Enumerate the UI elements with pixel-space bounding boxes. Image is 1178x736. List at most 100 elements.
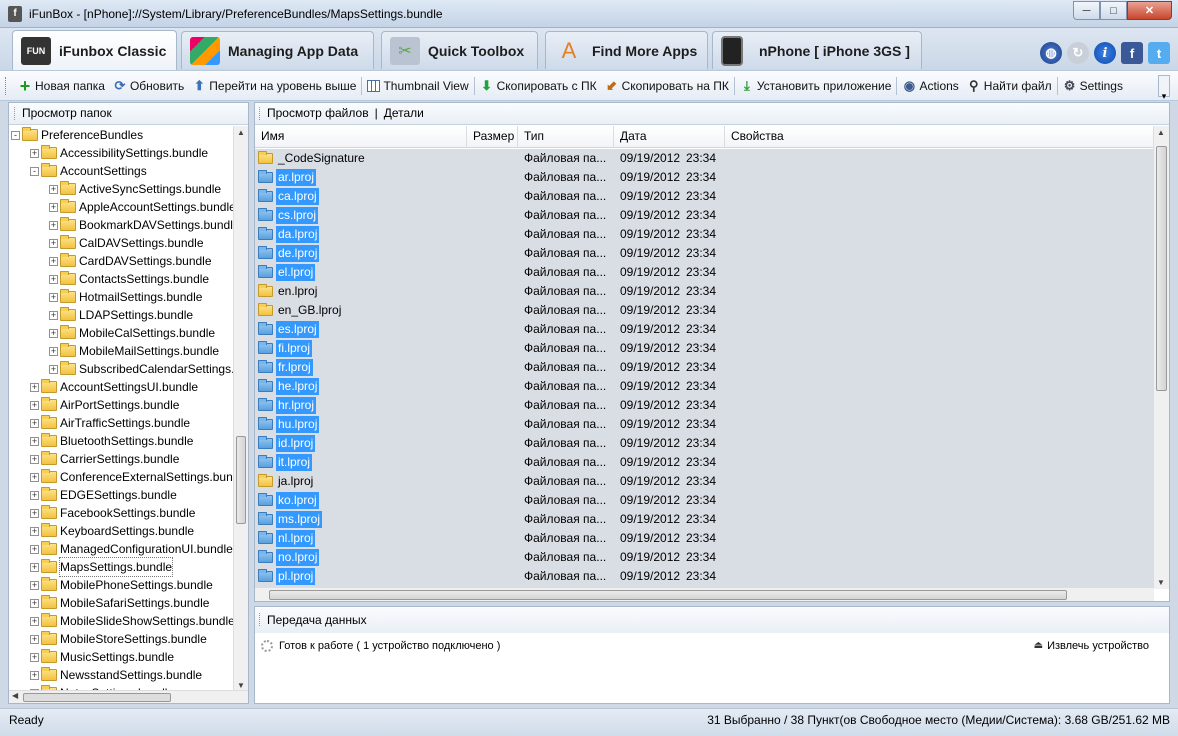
tree-item[interactable]: + NewsstandSettings.bundle (9, 666, 235, 684)
tab-nphone[interactable]: nPhone [ iPhone 3GS ] (712, 31, 922, 69)
tree-item[interactable]: + AccountSettingsUI.bundle (9, 378, 235, 396)
tree-item[interactable]: + EDGESettings.bundle (9, 486, 235, 504)
tree-item[interactable]: + MobilePhoneSettings.bundle (9, 576, 235, 594)
scroll-down-icon[interactable]: ▼ (237, 681, 245, 690)
tree-item[interactable]: + MapsSettings.bundle (9, 557, 235, 577)
eject-device-button[interactable]: ⏏ Извлечь устройство (1034, 637, 1149, 655)
view-files-link[interactable]: Просмотр файлов (267, 103, 369, 124)
tree-item[interactable]: + AirPortSettings.bundle (9, 396, 235, 414)
tree-item[interactable]: + CarrierSettings.bundle (9, 450, 235, 468)
tree-item[interactable]: + BluetoothSettings.bundle (9, 432, 235, 450)
folder-tree-vscrollbar[interactable]: ▲ ▼ (233, 126, 248, 692)
file-row[interactable]: ms.lproj Файловая па... 09/19/2012 23:34 (255, 510, 1154, 529)
tab-quick-toolbox[interactable]: ✂ Quick Toolbox (381, 31, 538, 69)
info-icon[interactable]: i (1094, 42, 1116, 64)
expand-icon[interactable]: + (49, 239, 58, 248)
tree-item[interactable]: + KeyboardSettings.bundle (9, 522, 235, 540)
settings-button[interactable]: ⚙ Settings (1059, 74, 1127, 98)
file-row[interactable]: en.lproj Файловая па... 09/19/2012 23:34 (255, 282, 1154, 301)
folder-tree-hscrollbar[interactable]: ◀ (9, 690, 248, 703)
column-name[interactable]: Имя (255, 126, 467, 148)
file-row[interactable]: hr.lproj Файловая па... 09/19/2012 23:34 (255, 396, 1154, 415)
file-row[interactable]: de.lproj Файловая па... 09/19/2012 23:34 (255, 244, 1154, 263)
expand-icon[interactable]: + (30, 383, 39, 392)
tree-item[interactable]: + CardDAVSettings.bundle (9, 252, 235, 270)
tree-item[interactable]: + BookmarkDAVSettings.bundle (9, 216, 235, 234)
scroll-down-icon[interactable]: ▼ (1157, 578, 1165, 587)
expand-icon[interactable]: + (30, 581, 39, 590)
scroll-up-icon[interactable]: ▲ (237, 128, 245, 137)
file-row[interactable]: da.lproj Файловая па... 09/19/2012 23:34 (255, 225, 1154, 244)
tree-item[interactable]: + MobileCalSettings.bundle (9, 324, 235, 342)
tree-item[interactable]: - AccountSettings (9, 162, 235, 180)
file-row[interactable]: el.lproj Файловая па... 09/19/2012 23:34 (255, 263, 1154, 282)
scroll-thumb[interactable] (269, 590, 1067, 600)
tree-item[interactable]: + AccessibilitySettings.bundle (9, 144, 235, 162)
expand-icon[interactable]: + (49, 203, 58, 212)
expand-icon[interactable]: + (30, 473, 39, 482)
maximize-button[interactable]: □ (1100, 1, 1127, 20)
up-level-button[interactable]: ⬆ Перейти на уровень выше (188, 74, 360, 98)
tree-item[interactable]: + LDAPSettings.bundle (9, 306, 235, 324)
scroll-thumb[interactable] (236, 436, 246, 524)
expand-icon[interactable]: + (30, 545, 39, 554)
expand-icon[interactable]: + (49, 365, 58, 374)
expand-icon[interactable]: + (49, 257, 58, 266)
expand-icon[interactable]: + (30, 635, 39, 644)
tree-item[interactable]: + ManagedConfigurationUI.bundle (9, 540, 235, 558)
file-list-hscrollbar[interactable] (255, 587, 1154, 601)
close-button[interactable]: ✕ (1127, 1, 1172, 20)
scroll-left-icon[interactable]: ◀ (12, 691, 18, 700)
scroll-thumb[interactable] (23, 693, 171, 702)
file-row[interactable]: ko.lproj Файловая па... 09/19/2012 23:34 (255, 491, 1154, 510)
twitter-icon[interactable]: t (1148, 42, 1170, 64)
file-row[interactable]: en_GB.lproj Файловая па... 09/19/2012 23:34 (255, 301, 1154, 320)
expand-icon[interactable]: + (30, 527, 39, 536)
column-date[interactable]: Дата (614, 126, 725, 148)
expand-icon[interactable]: + (49, 221, 58, 230)
expand-icon[interactable]: + (30, 671, 39, 680)
refresh-icon[interactable]: ↻ (1067, 42, 1089, 64)
tree-item[interactable]: + SubscribedCalendarSettings.bundle (9, 360, 235, 378)
copy-from-pc-button[interactable]: ⬋ Скопировать на ПК (601, 74, 733, 98)
file-row[interactable]: ca.lproj Файловая па... 09/19/2012 23:34 (255, 187, 1154, 206)
expand-icon[interactable]: + (30, 455, 39, 464)
file-list-vscrollbar[interactable]: ▲ ▼ (1153, 126, 1169, 589)
thumbnail-view-button[interactable]: Thumbnail View (363, 74, 472, 98)
expand-icon[interactable]: + (49, 347, 58, 356)
tree-item[interactable]: + ContactsSettings.bundle (9, 270, 235, 288)
file-row[interactable]: fi.lproj Файловая па... 09/19/2012 23:34 (255, 339, 1154, 358)
file-row[interactable]: pl.lproj Файловая па... 09/19/2012 23:34 (255, 567, 1154, 586)
details-link[interactable]: Детали (384, 103, 424, 124)
file-row[interactable]: id.lproj Файловая па... 09/19/2012 23:34 (255, 434, 1154, 453)
expand-icon[interactable]: + (30, 653, 39, 662)
expand-icon[interactable]: + (30, 419, 39, 428)
expand-icon[interactable]: + (30, 437, 39, 446)
collapse-icon[interactable]: - (30, 167, 39, 176)
file-row[interactable]: _CodeSignature Файловая па... 09/19/2012 23… (255, 149, 1154, 168)
file-row[interactable]: ar.lproj Файловая па... 09/19/2012 23:34 (255, 168, 1154, 187)
tree-item[interactable]: + AirTrafficSettings.bundle (9, 414, 235, 432)
tab-managing-app-data[interactable]: Managing App Data (181, 31, 374, 69)
tab-ifunbox-classic[interactable]: FUN iFunbox Classic (12, 30, 177, 70)
actions-button[interactable]: ◉ Actions (898, 74, 962, 98)
scroll-up-icon[interactable]: ▲ (1157, 128, 1165, 137)
tree-item[interactable]: + ActiveSyncSettings.bundle (9, 180, 235, 198)
toolbar-overflow-button[interactable]: ▾ (1158, 75, 1170, 101)
tree-item[interactable]: + MobileSlideShowSettings.bundle (9, 612, 235, 630)
expand-icon[interactable]: + (30, 149, 39, 158)
file-row[interactable]: cs.lproj Файловая па... 09/19/2012 23:34 (255, 206, 1154, 225)
expand-icon[interactable]: + (30, 599, 39, 608)
expand-icon[interactable]: + (30, 563, 39, 572)
tree-item[interactable]: + ConferenceExternalSettings.bundle (9, 468, 235, 486)
minimize-button[interactable]: ─ (1073, 1, 1100, 20)
tree-item[interactable]: + CalDAVSettings.bundle (9, 234, 235, 252)
file-row[interactable]: ja.lproj Файловая па... 09/19/2012 23:34 (255, 472, 1154, 491)
copy-to-pc-button[interactable]: ⬇ Скопировать с ПК (476, 74, 601, 98)
column-type[interactable]: Тип (518, 126, 614, 148)
column-size[interactable]: Размер (467, 126, 518, 148)
install-app-button[interactable]: ⤓ Установить приложение (736, 74, 896, 98)
collapse-icon[interactable]: - (11, 131, 20, 140)
column-properties[interactable]: Свойства (725, 126, 1154, 148)
expand-icon[interactable]: + (49, 311, 58, 320)
